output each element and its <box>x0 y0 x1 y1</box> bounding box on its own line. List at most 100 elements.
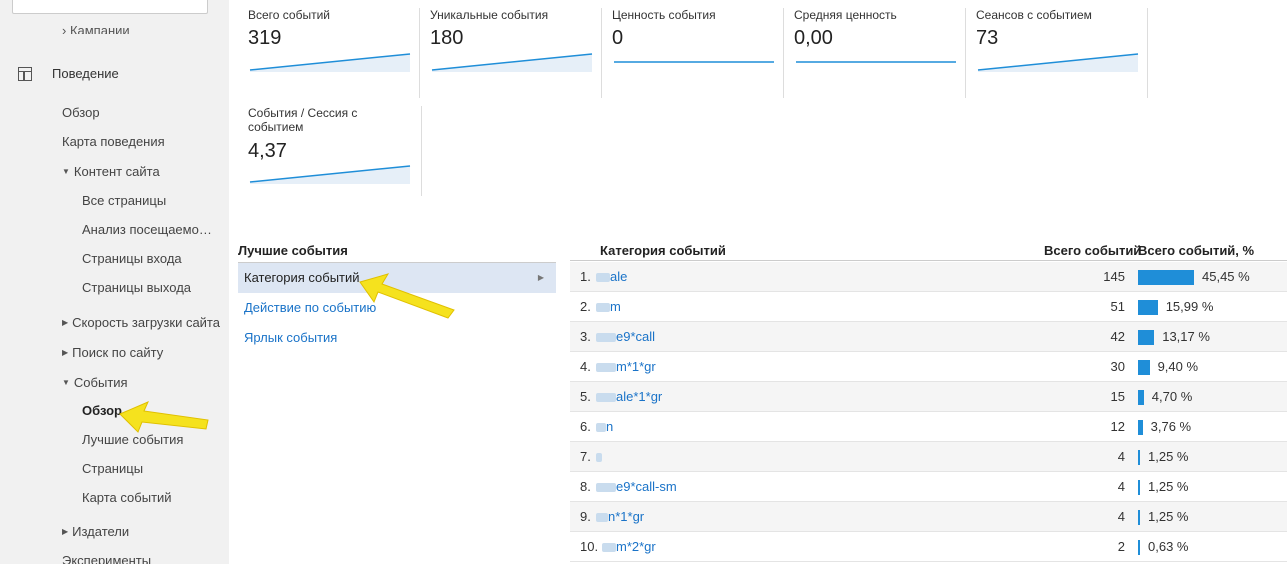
category-link[interactable]: ale*1*gr <box>616 382 662 412</box>
total-value: 4 <box>1117 449 1125 464</box>
category-link[interactable]: m <box>610 292 621 322</box>
sidebar-item[interactable]: ▼ Контент сайта <box>62 164 160 179</box>
percent-value: 1,25 % <box>1148 479 1189 494</box>
best-event-label: Категория событий <box>244 270 360 285</box>
total-value: 15 <box>1110 389 1125 404</box>
metric-value: 73 <box>976 27 999 49</box>
col-pct-header[interactable]: Всего событий, % <box>1138 243 1254 258</box>
sidebar-item-label: Поиск по сайту <box>72 345 164 360</box>
row-number: 4. <box>580 359 591 374</box>
metric-label: Сеансов с событием <box>976 8 1092 22</box>
table-row: 4. m*1*gr 30 9,40 % <box>570 352 1287 382</box>
sidebar-item[interactable]: Обзор <box>82 403 122 418</box>
percent-bar <box>1138 360 1150 375</box>
sidebar-item-label: Карта поведения <box>62 134 165 149</box>
sidebar-item-label: События <box>73 375 128 390</box>
total-value: 2 <box>1117 539 1125 554</box>
col-total-header[interactable]: Всего событий <box>1044 243 1141 258</box>
percent-bar <box>1138 510 1140 525</box>
sidebar-item-label: Эксперименты <box>62 553 152 564</box>
sidebar-item[interactable]: Страницы <box>82 461 143 476</box>
sidebar-item[interactable]: ▶ Поиск по сайту <box>62 345 163 360</box>
table-row: 9. n*1*gr 4 1,25 % <box>570 502 1287 532</box>
table-row: 5. ale*1*gr 15 4,70 % <box>570 382 1287 412</box>
category-link[interactable]: e9*call-sm <box>616 472 677 502</box>
category-link[interactable]: ale <box>610 262 627 292</box>
redacted-text <box>596 333 616 342</box>
best-event-row[interactable]: Ярлык события <box>238 323 556 353</box>
sparkline <box>614 61 774 63</box>
sidebar-item[interactable]: Карта поведения <box>62 134 165 149</box>
percent-value: 13,17 % <box>1162 329 1210 344</box>
sidebar-item[interactable]: Эксперименты <box>62 553 151 564</box>
metric-value: 0 <box>612 27 624 49</box>
category-link[interactable]: m*2*gr <box>616 532 656 562</box>
category-link[interactable]: n <box>606 412 613 442</box>
metric-card[interactable]: Всего событий 319 <box>248 8 420 98</box>
metric-card[interactable]: Уникальные события 180 <box>430 8 602 98</box>
sidebar-item-label: Страницы <box>82 461 144 476</box>
sidebar-item-label: Страницы выхода <box>82 280 192 295</box>
total-value: 51 <box>1110 299 1125 314</box>
sidebar-section-behavior[interactable]: Поведение <box>18 66 119 81</box>
best-events-title: Лучшие события <box>238 243 556 263</box>
row-number: 7. <box>580 449 591 464</box>
sidebar-item-label: Скорость загрузки сайта <box>72 315 220 330</box>
metric-card[interactable]: Средняя ценность 0,00 <box>794 8 966 98</box>
sidebar-item[interactable]: Страницы входа <box>82 251 182 266</box>
sidebar-item[interactable]: Карта событий <box>82 490 172 505</box>
sidebar-item-label: Издатели <box>72 524 130 539</box>
sparkline <box>249 165 411 184</box>
col-category-header[interactable]: Категория событий <box>600 243 726 258</box>
total-value: 145 <box>1103 269 1125 284</box>
table-row: 2. m 51 15,99 % <box>570 292 1287 322</box>
category-link[interactable]: n*1*gr <box>608 502 644 532</box>
sidebar-item[interactable]: Все страницы <box>82 193 166 208</box>
percent-value: 3,76 % <box>1150 419 1192 434</box>
percent-bar <box>1138 270 1194 285</box>
sidebar-section-label: Поведение <box>52 66 119 81</box>
total-value: 4 <box>1117 479 1125 494</box>
category-link[interactable]: m*1*gr <box>616 352 656 382</box>
caret-down-icon: ▼ <box>62 378 70 387</box>
sidebar-item[interactable]: ▶ Издатели <box>62 524 129 539</box>
sidebar-item[interactable]: Страницы выхода <box>82 280 191 295</box>
chevron-right-icon: ▶ <box>537 273 544 282</box>
sparkline <box>796 61 956 63</box>
metric-value: 319 <box>248 27 282 49</box>
row-number: 10. <box>580 539 599 554</box>
metric-label: Средняя ценность <box>794 8 897 22</box>
caret-right-icon: ▶ <box>62 527 69 536</box>
percent-value: 0,63 % <box>1148 539 1189 554</box>
redacted-text <box>596 363 616 372</box>
sidebar-item[interactable]: Анализ посещаемо… <box>82 222 212 237</box>
caret-down-icon: ▼ <box>62 167 70 176</box>
sidebar-item-label: Карта событий <box>82 490 172 505</box>
metric-card[interactable]: События / Сессия с событием 4,37 <box>248 106 422 196</box>
behavior-icon <box>18 66 32 81</box>
metric-card[interactable]: Сеансов с событием 73 <box>976 8 1148 98</box>
redacted-text <box>596 423 606 432</box>
percent-value: 45,45 % <box>1202 269 1250 284</box>
sidebar-search-input[interactable] <box>12 0 208 14</box>
redacted-text <box>596 483 616 492</box>
sidebar-item-campaigns[interactable]: › Кампании <box>62 20 130 34</box>
redacted-text <box>596 303 610 312</box>
metric-label: Ценность события <box>612 8 716 22</box>
table-row: 6. n 12 3,76 % <box>570 412 1287 442</box>
total-value: 12 <box>1110 419 1125 434</box>
category-link[interactable]: e9*call <box>616 322 655 352</box>
pointer-arrow-category <box>359 273 455 319</box>
table-row: 10. m*2*gr 2 0,63 % <box>570 532 1287 562</box>
metric-value: 180 <box>430 27 464 49</box>
sidebar-item[interactable]: ▼ События <box>62 375 128 390</box>
sidebar-item[interactable]: ▶ Скорость загрузки сайта <box>62 315 220 330</box>
percent-bar <box>1138 420 1143 435</box>
table-row: 7. 4 1,25 % <box>570 442 1287 472</box>
sidebar-item[interactable]: Обзор <box>62 105 100 120</box>
sidebar-item-label: Контент сайта <box>73 164 160 179</box>
redacted-text <box>596 273 610 282</box>
percent-bar <box>1138 390 1144 405</box>
percent-bar <box>1138 300 1158 315</box>
metric-card[interactable]: Ценность события 0 <box>612 8 784 98</box>
